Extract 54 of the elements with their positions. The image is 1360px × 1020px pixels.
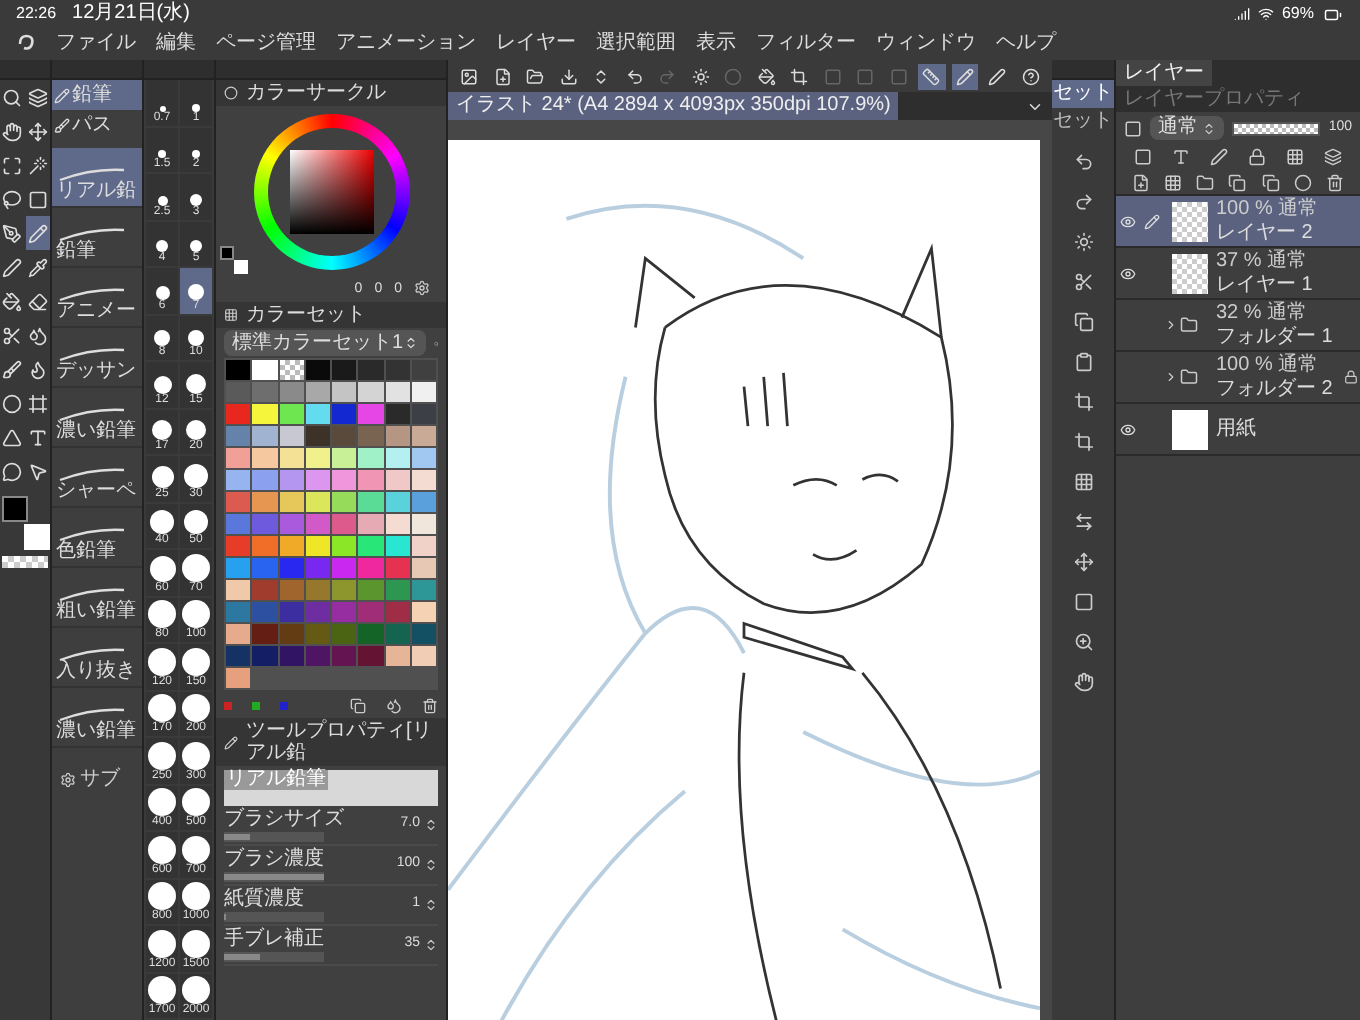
blend-mode-dropdown[interactable]: 通常 (1150, 116, 1224, 140)
set-tab[interactable]: セット (1052, 80, 1114, 108)
layer-name: 用紙 (1216, 419, 1258, 439)
layer-info: 100 % 通常 (1216, 199, 1321, 219)
set-tab[interactable]: セット (1052, 108, 1114, 136)
layer-row[interactable]: 100 % 通常 レイヤー 2 (1116, 196, 1360, 248)
subtool-item[interactable]: 入り抜き (52, 628, 142, 688)
brush-preview: リアル鉛筆 (224, 770, 438, 806)
subtool-item[interactable]: アニメー (52, 268, 142, 328)
layer-name: レイヤー 1 (1216, 275, 1315, 295)
subtool-item[interactable]: デッサン (52, 328, 142, 388)
property-label: 紙質濃度 (224, 889, 306, 909)
menu-item[interactable]: 選択範囲 (596, 34, 676, 54)
layer-info: 37 % 通常 (1216, 251, 1310, 271)
subtool-item[interactable]: 粗い鉛筆 (52, 568, 142, 628)
subtool-item[interactable]: 色鉛筆 (52, 508, 142, 568)
property-label: 手ブレ補正 (224, 929, 326, 949)
menu-item[interactable]: レイヤー (496, 34, 576, 54)
subtool-item[interactable]: 鉛筆 (52, 208, 142, 268)
layer-row[interactable]: 100 % 通常 フォルダー 2 (1116, 352, 1360, 404)
subtool-item[interactable]: リアル鉛 (52, 148, 142, 208)
menu-item[interactable]: ウィンドウ (876, 34, 976, 54)
layer-row[interactable]: 32 % 通常 フォルダー 1 (1116, 300, 1360, 352)
layer-name: フォルダー 1 (1216, 327, 1335, 347)
layer-name: フォルダー 2 (1216, 379, 1335, 399)
layer-name: レイヤー 2 (1216, 223, 1315, 243)
panel-tab[interactable]: レイヤー (1116, 60, 1212, 86)
subtool-item[interactable]: 濃い鉛筆 (52, 388, 142, 448)
document-tab[interactable]: イラスト 24* (A4 2894 x 4093px 350dpi 107.9%) (448, 92, 899, 120)
battery-percent: 69% (1281, 2, 1314, 26)
layer-row[interactable]: 37 % 通常 レイヤー 1 (1116, 248, 1360, 300)
property-label: ブラシサイズ (224, 809, 346, 829)
panel-title: カラーサークル (246, 83, 386, 103)
menu-item[interactable]: フィルター (756, 34, 856, 54)
menu-item[interactable]: ファイル (56, 34, 136, 54)
menu-item[interactable]: ヘルプ (996, 34, 1056, 54)
menu-item[interactable]: アニメーション (336, 34, 476, 54)
layer-row[interactable]: 用紙 (1116, 404, 1360, 456)
color-set-dropdown[interactable]: 標準カラーセット1 (224, 330, 426, 356)
subtool-item[interactable]: 濃い鉛筆 (52, 688, 142, 748)
layer-info: 100 % 通常 (1216, 355, 1321, 375)
subtool-group-tab[interactable]: 鉛筆 (52, 80, 142, 110)
subtool-group-tab[interactable]: パス (52, 110, 142, 140)
menu-item[interactable]: 編集 (156, 34, 196, 54)
panel-title: ツールプロパティ[リアル鉛 (246, 720, 434, 764)
property-label: ブラシ濃度 (224, 849, 326, 869)
add-subtool-button[interactable]: サブ (52, 764, 142, 794)
status-time: 22:26 (16, 2, 57, 26)
layer-info: 32 % 通常 (1216, 303, 1310, 323)
status-date: 12月21日(水) (72, 4, 190, 24)
subtool-item[interactable]: シャーペ (52, 448, 142, 508)
menu-item[interactable]: ページ管理 (216, 34, 316, 54)
panel-title: カラーセット (246, 305, 366, 325)
menu-item[interactable]: 表示 (696, 34, 736, 54)
